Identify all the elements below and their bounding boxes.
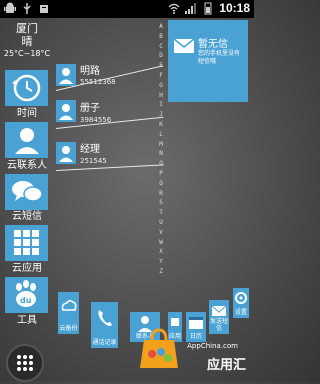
signal-icon xyxy=(185,2,197,14)
usb-icon xyxy=(23,3,31,14)
tile-cloud-sms-label: 云短信 xyxy=(12,211,42,222)
alpha-letter[interactable]: T xyxy=(155,208,167,218)
phone-icon xyxy=(98,310,112,326)
contact-name: 册子 xyxy=(80,103,100,114)
sms-card[interactable]: 暂无信 您的手机里没有短信哦 xyxy=(168,20,248,102)
tile-tools[interactable]: du xyxy=(5,277,48,313)
alpha-letter[interactable]: R xyxy=(155,189,167,199)
weather-condition: 晴 xyxy=(21,35,33,48)
clock-icon xyxy=(12,74,41,102)
android-debug-icon xyxy=(40,5,48,13)
tile-cloud-backup[interactable]: 云备份 xyxy=(58,292,79,334)
alpha-letter[interactable]: G xyxy=(155,81,167,91)
tile-send-sms-label: 发送短信 xyxy=(209,318,228,332)
weather-temperature: 25°C~18°C xyxy=(3,49,51,58)
alpha-letter[interactable]: Y xyxy=(155,257,167,267)
person-icon xyxy=(59,146,73,162)
alpha-letter[interactable]: V xyxy=(155,228,167,238)
tile-tools-label: 工具 xyxy=(17,315,37,326)
appchina-brand: 应用汇 xyxy=(206,358,246,373)
alpha-letter[interactable]: J xyxy=(155,110,167,120)
tile-call-log[interactable]: 通话记录 xyxy=(91,302,118,348)
tile-cloud-backup-label: 云备份 xyxy=(59,325,78,332)
tile-cloud-contacts-label: 云联系人 xyxy=(7,160,47,171)
tile-settings-label: 设置 xyxy=(234,309,247,316)
baidu-paw-icon: du xyxy=(16,280,36,307)
calendar-icon xyxy=(189,317,203,329)
alpha-letter[interactable]: H xyxy=(155,91,167,101)
wifi-icon xyxy=(168,3,180,14)
alpha-letter[interactable]: O xyxy=(155,159,167,169)
appchina-bag-logo xyxy=(140,328,178,368)
alpha-letter[interactable]: B xyxy=(155,32,167,42)
alphabet-index[interactable]: A B C D E F G H I J K L M N O P Q R S T … xyxy=(155,22,167,277)
divider xyxy=(55,164,164,171)
person-icon xyxy=(5,122,48,158)
tile-time[interactable] xyxy=(5,70,48,106)
weather-city: 厦门 xyxy=(16,22,38,35)
alpha-letter[interactable]: I xyxy=(155,100,167,110)
sms-card-subtitle: 您的手机里没有短信哦 xyxy=(198,50,241,65)
svg-text:du: du xyxy=(20,296,32,305)
alpha-letter[interactable]: L xyxy=(155,130,167,140)
tile-cloud-apps-label: 云应用 xyxy=(12,263,42,274)
contact-avatar xyxy=(56,64,76,86)
alpha-letter[interactable]: C xyxy=(155,42,167,52)
tile-calendar[interactable]: 日历 xyxy=(186,312,206,342)
alpha-letter[interactable]: E xyxy=(155,61,167,71)
settings-icon xyxy=(235,292,247,304)
weather-widget[interactable]: 厦门 晴 25°C~18°C xyxy=(0,22,54,59)
envelope-icon xyxy=(173,38,195,53)
contact-avatar xyxy=(56,142,76,164)
alpha-letter[interactable]: D xyxy=(155,51,167,61)
clock-time: 10:18 xyxy=(219,1,250,15)
appchina-watermark: AppChina.com 应用汇 xyxy=(187,342,246,373)
app-drawer-icon xyxy=(17,355,33,371)
tile-cloud-apps[interactable] xyxy=(5,225,48,261)
tile-time-label: 时间 xyxy=(17,108,37,119)
alpha-letter[interactable]: U xyxy=(155,218,167,228)
person-icon xyxy=(59,68,73,84)
alpha-letter[interactable]: K xyxy=(155,120,167,130)
apps-grid-icon xyxy=(14,230,39,255)
tile-settings[interactable]: 设置 xyxy=(233,288,249,318)
alpha-letter[interactable]: F xyxy=(155,71,167,81)
alpha-letter[interactable]: Z xyxy=(155,267,167,277)
tile-cloud-sms[interactable] xyxy=(5,174,48,210)
alpha-letter[interactable]: X xyxy=(155,247,167,257)
appchina-url: AppChina.com xyxy=(187,342,238,350)
cloud-backup-icon xyxy=(61,299,77,311)
tile-calendar-label: 日历 xyxy=(189,333,202,340)
battery-icon xyxy=(204,2,212,14)
tile-cloud-contacts[interactable] xyxy=(5,122,48,158)
contact-name: 经理 xyxy=(80,144,100,155)
alpha-letter[interactable]: P xyxy=(155,169,167,179)
tile-send-sms[interactable]: 发送短信 xyxy=(209,300,229,334)
tile-call-log-label: 通话记录 xyxy=(92,339,117,346)
contact-number: 251545 xyxy=(80,157,107,165)
alpha-letter[interactable]: M xyxy=(155,140,167,150)
alpha-letter[interactable]: A xyxy=(155,22,167,32)
alpha-letter[interactable]: Q xyxy=(155,179,167,189)
person-icon xyxy=(59,104,73,120)
sms-card-title: 暂无信 xyxy=(198,39,228,50)
chat-icon xyxy=(12,181,43,202)
contact-name: 明路 xyxy=(80,66,100,77)
alpha-letter[interactable]: S xyxy=(155,198,167,208)
contact-avatar xyxy=(56,100,76,122)
alpha-letter[interactable]: N xyxy=(155,149,167,159)
alpha-letter[interactable]: W xyxy=(155,238,167,248)
menu-button[interactable] xyxy=(6,344,44,382)
status-bar: 10:18 xyxy=(0,0,254,18)
android-icon xyxy=(4,2,16,13)
